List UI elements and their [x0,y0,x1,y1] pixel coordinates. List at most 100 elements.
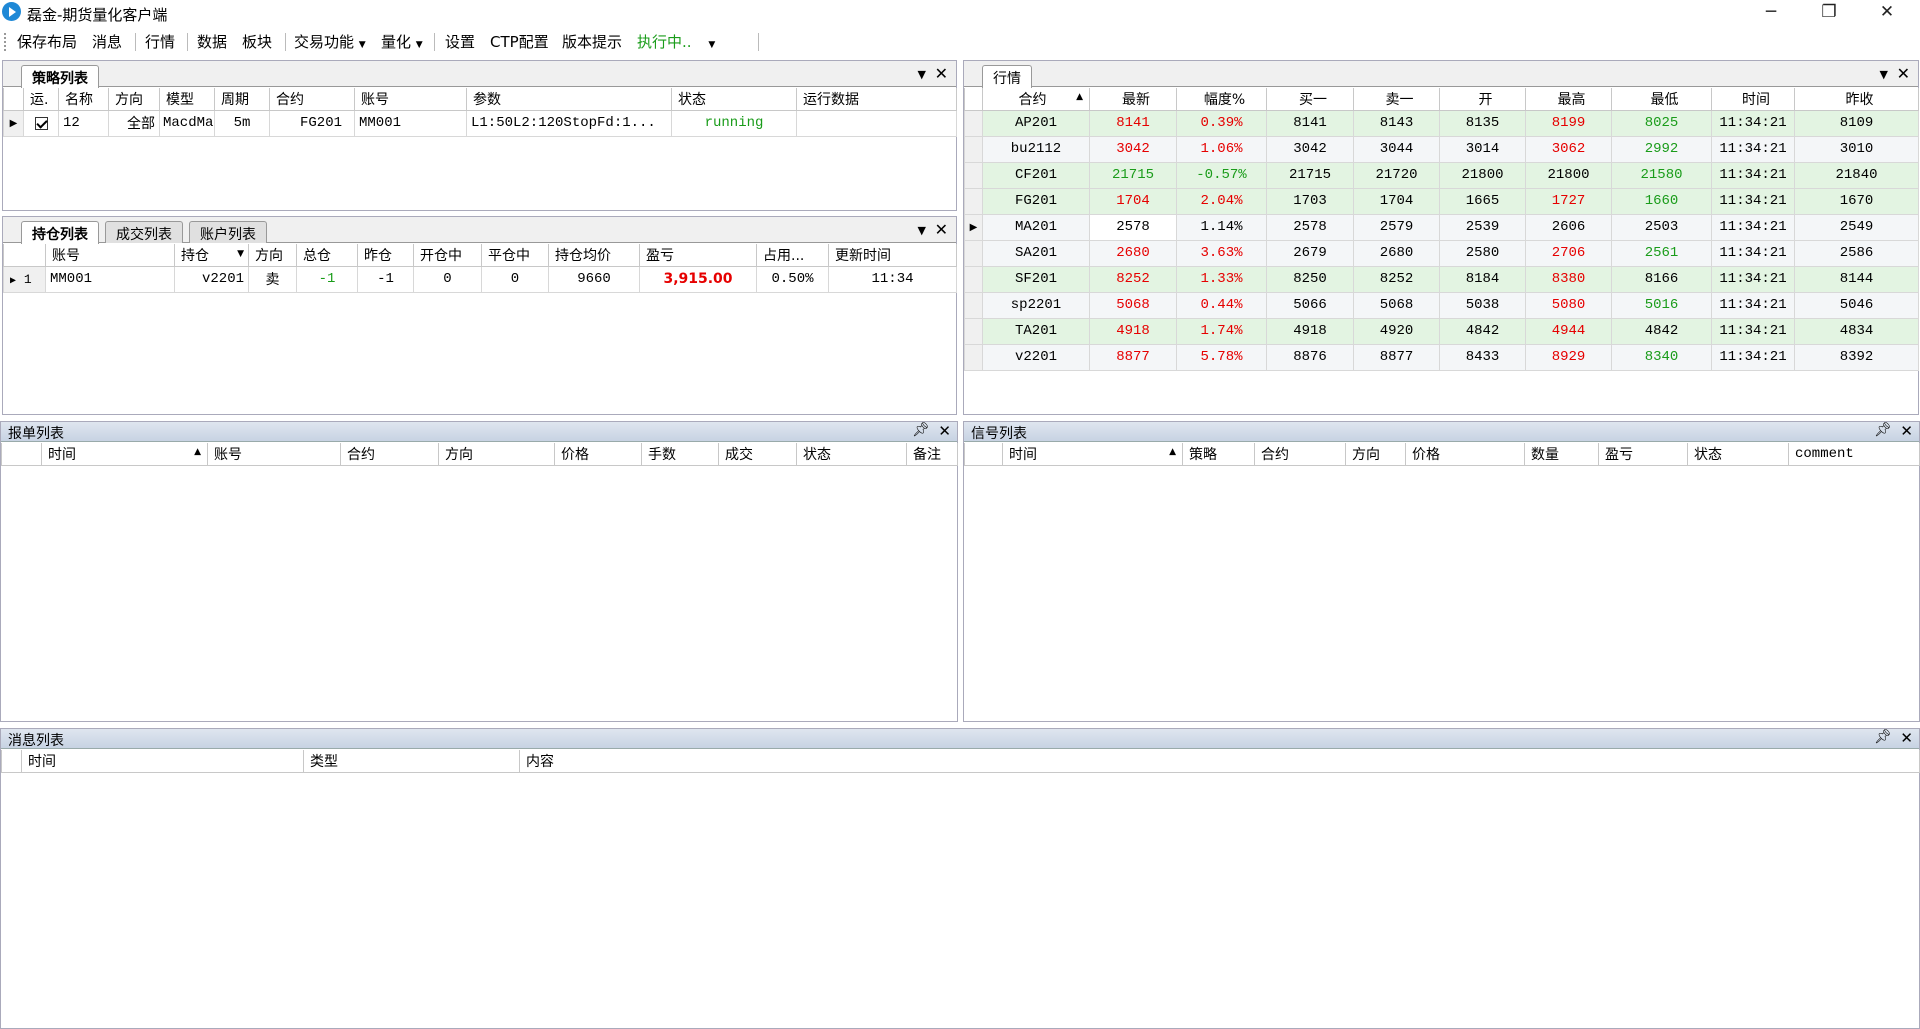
column-header[interactable]: 方向 [108,88,160,111]
quote-row[interactable]: AP201 8141 0.39% 8141 8143 8135 8199 8025 11:34:… [964,109,1919,137]
quote-row[interactable]: sp2201 5068 0.44% 5066 5068 5038 5080 5016 11:34… [964,291,1919,319]
pin-icon[interactable]: 📌︎ [1874,422,1892,438]
column-header[interactable]: 最高 [1525,88,1612,111]
quant-menu[interactable]: 量化 ▼ [381,31,423,52]
close-icon[interactable]: ✕ [938,422,951,440]
column-header[interactable]: 平仓中 [481,244,549,267]
running-status-menu[interactable]: 执行中.. ▼ [637,31,715,52]
close-icon[interactable]: ✕ [1900,422,1913,440]
column-header[interactable]: 账号 [45,244,175,267]
maximize-button[interactable]: ❐ [1800,0,1858,25]
column-header[interactable]: 状态 [671,88,797,111]
column-header[interactable]: 合约 [269,88,355,111]
column-header[interactable]: 名称 [58,88,109,111]
pin-icon[interactable]: 📌︎ [1874,729,1892,745]
column-header[interactable]: 持仓均价 [548,244,640,267]
column-header[interactable]: 持仓 ▼ [174,244,249,267]
sector-button[interactable]: 板块 [242,31,272,52]
panel-dropdown-icon[interactable]: ▼ [918,224,926,237]
filter-dropdown-icon[interactable]: ▼ [237,249,244,259]
column-header[interactable]: 内容 [519,750,1920,773]
column-header[interactable]: 参数 [466,88,672,111]
column-header[interactable]: 运行数据 [796,88,957,111]
quote-row[interactable]: bu2112 3042 1.06% 3042 3044 3014 3062 2992 11:34… [964,135,1919,163]
column-header[interactable]: 状态 [1687,443,1789,466]
quote-row[interactable]: FG201 1704 2.04% 1703 1704 1665 1727 1660 11:34:… [964,187,1919,215]
column-header[interactable]: 价格 [1405,443,1525,466]
tab-trades[interactable]: 成交列表 [105,221,183,243]
close-window-button[interactable]: ✕ [1858,0,1916,25]
minimize-button[interactable]: ─ [1742,0,1800,25]
quote-row[interactable]: TA201 4918 1.74% 4918 4920 4842 4944 4842 11:34:… [964,317,1919,345]
close-icon[interactable]: ✕ [1897,64,1910,83]
version-button[interactable]: 版本提示 [562,31,622,52]
column-header[interactable]: 幅度% [1176,88,1267,111]
column-header[interactable]: 合约 [1254,443,1346,466]
column-header[interactable]: 数量 [1524,443,1599,466]
quote-row[interactable]: SF201 8252 1.33% 8250 8252 8184 8380 8166 11:34:… [964,265,1919,293]
column-header[interactable]: 时间 ▲ [41,443,208,466]
column-header[interactable]: 成交 [718,443,797,466]
quote-row[interactable]: ▶ MA201 2578 1.14% 2578 2579 2539 2606 2503 11:34… [964,213,1919,241]
column-header[interactable]: 周期 [214,88,270,111]
column-header[interactable]: 手数 [641,443,719,466]
column-header[interactable]: 盈亏 [1598,443,1688,466]
column-header[interactable]: 最新 [1089,88,1177,111]
column-header[interactable]: 策略 [1182,443,1255,466]
column-header[interactable]: 占用... [756,244,829,267]
table-row[interactable]: ▶ 1 MM001 v2201 卖 -1 -1 0 0 9660 3,915.0… [3,265,957,293]
column-header[interactable]: 备注 [906,443,958,466]
column-header[interactable]: 方向 [1345,443,1406,466]
column-header[interactable]: 卖一 [1353,88,1440,111]
panel-dropdown-icon[interactable]: ▼ [1880,68,1888,81]
quote-row[interactable]: CF201 21715 -0.57% 21715 21720 21800 21800 2158… [964,161,1919,189]
quote-low: 2503 [1611,213,1712,241]
column-header[interactable]: 昨仓 [357,244,414,267]
column-header[interactable]: 更新时间 [828,244,957,267]
quotes-button[interactable]: 行情 [145,31,175,52]
tab-positions[interactable]: 持仓列表 [21,221,99,244]
column-header[interactable]: 状态 [796,443,907,466]
ctp-config-button[interactable]: CTP配置 [490,31,549,52]
close-icon[interactable]: ✕ [935,64,948,83]
column-header[interactable]: 账号 [207,443,341,466]
close-icon[interactable]: ✕ [1900,729,1913,747]
quote-row[interactable]: SA201 2680 3.63% 2679 2680 2580 2706 2561 11:34:… [964,239,1919,267]
column-header[interactable]: 类型 [303,750,520,773]
tab-strategy-list[interactable]: 策略列表 [21,65,99,88]
column-header[interactable]: 昨收 [1794,88,1919,111]
message-button[interactable]: 消息 [92,31,122,52]
column-header[interactable]: 方向 [248,244,297,267]
save-layout-button[interactable]: 保存布局 [17,31,77,52]
close-icon[interactable]: ✕ [935,220,948,239]
column-header[interactable]: 运. [23,88,59,111]
column-header[interactable]: 价格 [554,443,642,466]
column-header[interactable]: 方向 [438,443,555,466]
tab-accounts[interactable]: 账户列表 [189,221,267,243]
table-row[interactable]: ▶ 12 全部 MacdMa 5m FG201 MM001 L1:50L2:12… [3,109,957,137]
column-header[interactable]: 时间 ▲ [1002,443,1183,466]
column-header[interactable]: 总仓 [296,244,358,267]
enabled-checkbox[interactable] [23,109,59,137]
column-header[interactable]: 盈亏 [639,244,757,267]
column-header[interactable]: 最低 [1611,88,1712,111]
settings-button[interactable]: 设置 [445,31,475,52]
column-header[interactable]: 时间 [1711,88,1795,111]
column-header[interactable]: 买一 [1266,88,1354,111]
column-header[interactable]: 合约 [340,443,439,466]
toolbar-grip[interactable] [4,33,6,51]
panel-dropdown-icon[interactable]: ▼ [918,68,926,81]
tab-quotes[interactable]: 行情 [982,65,1032,88]
column-header[interactable]: 开仓中 [413,244,482,267]
column-header[interactable]: 模型 [159,88,215,111]
trade-menu[interactable]: 交易功能 ▼ [294,31,366,52]
pin-icon[interactable]: 📌︎ [912,422,930,438]
data-button[interactable]: 数据 [197,31,227,52]
quote-low: 8340 [1611,343,1712,371]
column-header[interactable]: 合约 ▲ [982,88,1090,111]
column-header[interactable]: 时间 [21,750,304,773]
quote-row[interactable]: v2201 8877 5.78% 8876 8877 8433 8929 8340 11:34:… [964,343,1919,371]
column-header[interactable]: 账号 [354,88,467,111]
column-header[interactable]: comment [1788,443,1920,466]
column-header[interactable]: 开 [1439,88,1526,111]
